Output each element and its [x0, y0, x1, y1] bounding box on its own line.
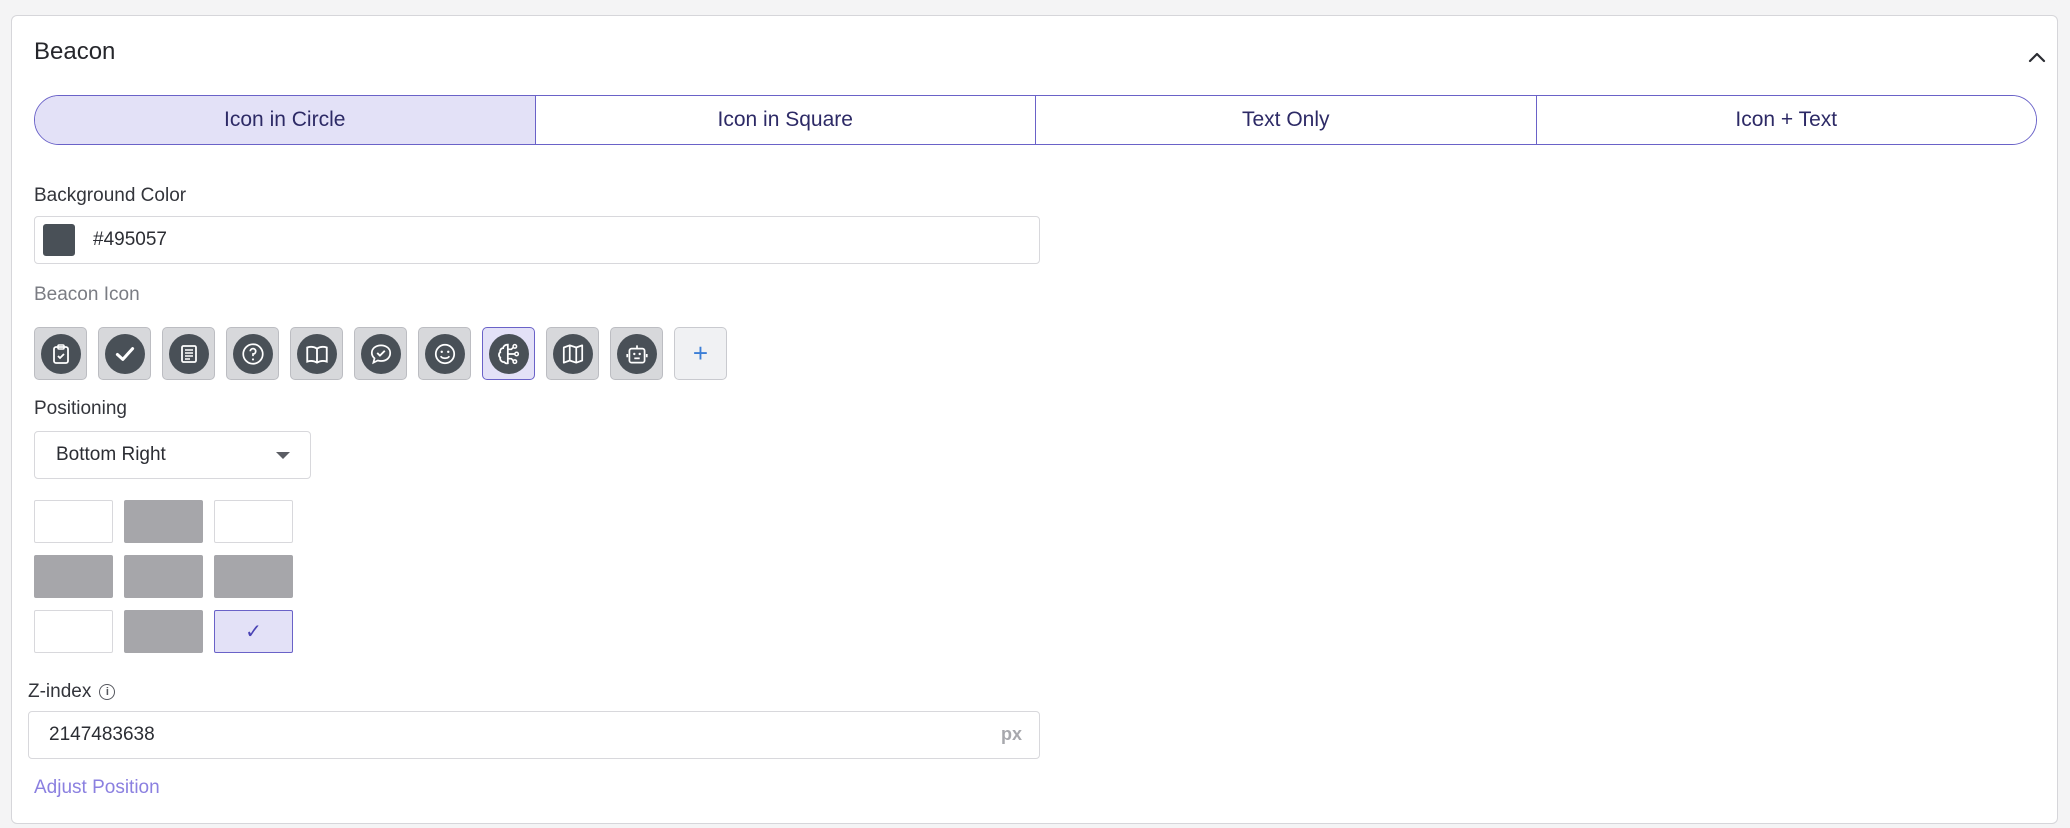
- tab-icon-in-circle[interactable]: Icon in Circle: [35, 96, 536, 144]
- beacon-panel: Beacon Icon in Circle Icon in Square Tex…: [11, 15, 2058, 824]
- position-grid: ✓: [34, 500, 293, 653]
- positioning-value: Bottom Right: [56, 444, 166, 465]
- book-open-icon: [305, 345, 328, 364]
- beacon-icon-picker: +: [34, 327, 727, 380]
- background-color-field[interactable]: #495057: [34, 216, 1040, 264]
- tab-icon-plus-text[interactable]: Icon + Text: [1536, 96, 2036, 144]
- positioning-select[interactable]: Bottom Right: [34, 431, 311, 479]
- brain-network-icon: [497, 343, 519, 364]
- zindex-label-row: Z-index i: [28, 681, 116, 703]
- robot-icon: [625, 344, 648, 364]
- zindex-value: 2147483638: [49, 724, 155, 745]
- adjust-position-link[interactable]: Adjust Position: [34, 777, 160, 799]
- position-bottom-left[interactable]: [34, 610, 113, 653]
- position-middle-right[interactable]: [214, 555, 293, 598]
- checkmark-icon: [115, 346, 134, 361]
- position-center[interactable]: [124, 555, 203, 598]
- question-icon: [241, 342, 264, 365]
- caret-down-icon: [276, 452, 290, 459]
- icon-option[interactable]: [546, 327, 599, 380]
- position-bottom-right[interactable]: ✓: [214, 610, 293, 653]
- icon-option[interactable]: [98, 327, 151, 380]
- position-top-center[interactable]: [124, 500, 203, 543]
- panel-title: Beacon: [34, 38, 116, 65]
- chat-check-icon: [370, 343, 391, 364]
- background-color-label: Background Color: [34, 185, 187, 206]
- icon-option[interactable]: [354, 327, 407, 380]
- clipboard-check-icon: [52, 343, 69, 364]
- icon-option[interactable]: [290, 327, 343, 380]
- icon-option[interactable]: [162, 327, 215, 380]
- icon-option[interactable]: [34, 327, 87, 380]
- collapse-button[interactable]: [2022, 42, 2052, 72]
- chevron-up-icon: [2028, 52, 2046, 63]
- zindex-unit: px: [1000, 724, 1022, 744]
- beacon-icon-label: Beacon Icon: [34, 284, 140, 305]
- position-bottom-center[interactable]: [124, 610, 203, 653]
- map-icon: [562, 343, 583, 364]
- info-icon[interactable]: i: [99, 684, 116, 700]
- beacon-style-tabs: Icon in Circle Icon in Square Text Only …: [34, 95, 2037, 145]
- position-middle-left[interactable]: [34, 555, 113, 598]
- background-color-value: #495057: [93, 229, 167, 250]
- icon-option[interactable]: [610, 327, 663, 380]
- zindex-label: Z-index: [28, 681, 92, 702]
- tab-text-only[interactable]: Text Only: [1036, 96, 1537, 144]
- tab-icon-in-square[interactable]: Icon in Square: [535, 96, 1036, 144]
- add-icon-button[interactable]: +: [674, 327, 727, 380]
- position-top-right[interactable]: [214, 500, 293, 543]
- position-top-left[interactable]: [34, 500, 113, 543]
- icon-option[interactable]: [418, 327, 471, 380]
- icon-option-selected[interactable]: [482, 327, 535, 380]
- positioning-label: Positioning: [34, 398, 127, 419]
- color-swatch[interactable]: [43, 224, 75, 256]
- check-icon: ✓: [245, 621, 262, 643]
- icon-option[interactable]: [226, 327, 279, 380]
- zindex-input[interactable]: 2147483638 px: [28, 711, 1040, 759]
- smiley-icon: [434, 343, 455, 364]
- document-icon: [180, 344, 197, 363]
